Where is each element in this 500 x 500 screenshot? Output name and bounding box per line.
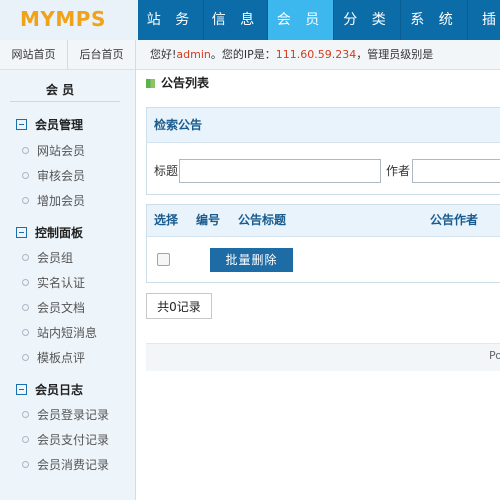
- sidebar-item-member-groups[interactable]: 会员组: [22, 248, 73, 268]
- sidebar-divider: [10, 101, 120, 102]
- sidebar-item-add-member[interactable]: 增加会员: [22, 191, 85, 211]
- page-title: 公告列表: [161, 76, 210, 90]
- sidebar-item-label: 实名认证: [37, 276, 86, 290]
- sidebar-item-member-documents[interactable]: 会员文档: [22, 298, 85, 318]
- bullet-icon: [22, 279, 29, 286]
- sidebar-item-login-records[interactable]: 会员登录记录: [22, 405, 109, 425]
- group-label: 会员管理: [35, 118, 84, 132]
- welcome-prefix: 您好!: [150, 48, 177, 61]
- nav-tab-members[interactable]: 会 员: [268, 0, 334, 40]
- collapse-icon: [16, 119, 27, 130]
- collapse-icon: [16, 384, 27, 395]
- group-label: 会员日志: [35, 383, 84, 397]
- bullet-icon: [22, 411, 29, 418]
- sidebar-item-review-members[interactable]: 审核会员: [22, 166, 85, 186]
- select-all-checkbox[interactable]: [157, 253, 170, 266]
- sidebar-item-label: 会员登录记录: [37, 408, 110, 422]
- list-icon: [146, 79, 155, 88]
- breadcrumb: 公告列表: [146, 70, 209, 96]
- sidebar-item-label: 增加会员: [37, 194, 86, 208]
- col-title: 公告标题: [238, 213, 287, 227]
- bullet-icon: [22, 172, 29, 179]
- welcome-message: 您好!admin。您的IP是：111.60.59.234，管理员级别是: [150, 40, 433, 70]
- nav-tab-plugins[interactable]: 插: [468, 0, 500, 40]
- batch-delete-button[interactable]: 批量删除: [210, 248, 293, 272]
- group-control-panel[interactable]: 控制面板: [16, 223, 83, 243]
- nav-tab-system[interactable]: 系 统: [401, 0, 468, 40]
- footer-bar: [146, 343, 500, 371]
- sidebar-item-payment-records[interactable]: 会员支付记录: [22, 430, 109, 450]
- bullet-icon: [22, 147, 29, 154]
- author-label: 作者: [386, 164, 411, 178]
- bullet-icon: [22, 304, 29, 311]
- sidebar-item-label: 会员组: [37, 251, 74, 265]
- sidebar-item-spending-records[interactable]: 会员消费记录: [22, 455, 109, 475]
- sidebar-item-label: 会员文档: [37, 301, 86, 315]
- collapse-icon: [16, 227, 27, 238]
- search-panel-heading: 检索公告: [147, 108, 500, 143]
- nav-tab-site[interactable]: 站 务: [138, 0, 204, 40]
- title-label: 标题: [154, 164, 179, 178]
- record-count: 共0记录: [146, 293, 212, 319]
- col-id: 编号: [196, 213, 221, 227]
- bullet-icon: [22, 329, 29, 336]
- group-member-management[interactable]: 会员管理: [16, 115, 83, 135]
- bullet-icon: [22, 461, 29, 468]
- sidebar-item-template-reviews[interactable]: 模板点评: [22, 348, 85, 368]
- bullet-icon: [22, 354, 29, 361]
- logo[interactable]: MYMPS: [20, 7, 106, 31]
- group-member-logs[interactable]: 会员日志: [16, 380, 83, 400]
- bullet-icon: [22, 436, 29, 443]
- col-author: 公告作者: [430, 213, 479, 227]
- sidebar-item-site-members[interactable]: 网站会员: [22, 141, 85, 161]
- admin-home-link[interactable]: 后台首页: [68, 40, 136, 70]
- sidebar-item-label: 站内短消息: [37, 326, 98, 340]
- sidebar-item-label: 模板点评: [37, 351, 86, 365]
- bullet-icon: [22, 197, 29, 204]
- sidebar-item-label: 审核会员: [37, 169, 86, 183]
- sidebar-item-label: 网站会员: [37, 144, 86, 158]
- sidebar-item-label: 会员支付记录: [37, 433, 110, 447]
- admin-level-label: ，管理员级别是: [356, 48, 434, 61]
- footer-text: Po: [489, 349, 500, 362]
- title-input[interactable]: [179, 159, 381, 183]
- site-home-link[interactable]: 网站首页: [0, 40, 68, 70]
- ip-label: 。您的IP是：: [210, 48, 276, 61]
- sidebar-item-real-name-auth[interactable]: 实名认证: [22, 273, 85, 293]
- ip-address: 111.60.59.234: [275, 48, 357, 61]
- bullet-icon: [22, 254, 29, 261]
- col-select: 选择: [154, 213, 179, 227]
- sidebar-item-label: 会员消费记录: [37, 458, 110, 472]
- sidebar-item-messages[interactable]: 站内短消息: [22, 323, 97, 343]
- username: admin: [176, 48, 211, 61]
- group-label: 控制面板: [35, 226, 84, 240]
- nav-tab-categories[interactable]: 分 类: [334, 0, 401, 40]
- author-input[interactable]: [412, 159, 500, 183]
- sidebar-title: 会 员: [45, 83, 75, 97]
- nav-tab-info[interactable]: 信 息: [204, 0, 268, 40]
